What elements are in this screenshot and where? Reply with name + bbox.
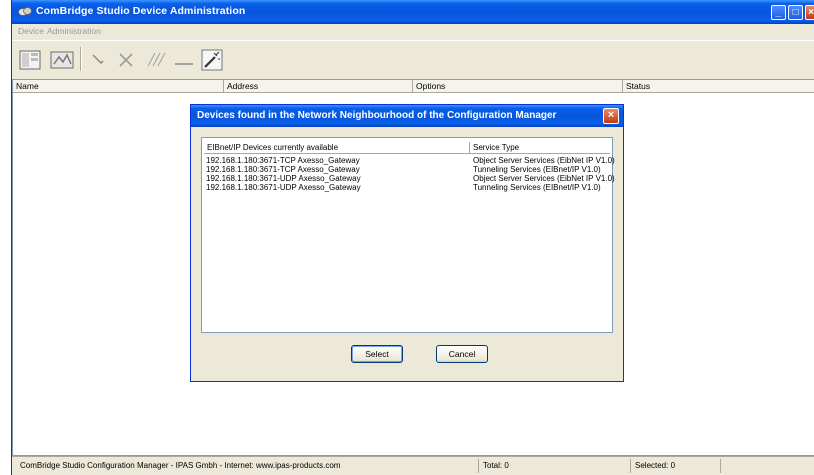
col-status[interactable]: Status: [623, 80, 814, 93]
rename-button[interactable]: [142, 47, 170, 73]
device-list-icon: [19, 50, 41, 70]
network-scan-icon: [50, 51, 74, 69]
dialog-close-button[interactable]: ×: [603, 108, 619, 124]
minimize-button[interactable]: _: [771, 5, 786, 20]
available-devices-list[interactable]: EIBnet/IP Devices currently available Se…: [201, 137, 615, 333]
line-icon: [175, 63, 193, 65]
status-text: ComBridge Studio Configuration Manager -…: [20, 461, 341, 470]
col-service-type[interactable]: Service Type: [470, 142, 610, 154]
toolbar: [12, 40, 814, 80]
wand-icon: [201, 49, 223, 71]
rename-icon: [147, 52, 166, 67]
dialog-title-bar[interactable]: Devices found in the Network Neighbourho…: [191, 105, 623, 127]
title-bar[interactable]: ComBridge Studio Device Administration _…: [12, 0, 814, 24]
network-scan-button[interactable]: [48, 47, 76, 73]
window-title: ComBridge Studio Device Administration: [36, 5, 246, 17]
maximize-button[interactable]: □: [788, 5, 803, 20]
close-button[interactable]: ×: [805, 5, 814, 20]
close-icon: ×: [607, 109, 615, 121]
menu-administration[interactable]: Administration: [47, 26, 101, 36]
status-empty: [720, 459, 814, 473]
toolbar-separator: [80, 47, 82, 71]
status-selected: Selected: 0: [630, 459, 720, 473]
delete-button[interactable]: [112, 47, 140, 73]
col-address[interactable]: Address: [224, 80, 413, 93]
wrench-icon: [92, 54, 104, 65]
line-button[interactable]: [170, 47, 198, 73]
wrench-button[interactable]: [84, 47, 112, 73]
menu-device[interactable]: Device: [18, 26, 44, 36]
devices-found-dialog: Devices found in the Network Neighbourho…: [190, 104, 624, 382]
status-total: Total: 0: [478, 459, 630, 473]
menu-bar: Device Administration: [12, 24, 814, 39]
col-name[interactable]: Name: [13, 80, 224, 93]
col-options[interactable]: Options: [413, 80, 623, 93]
select-button[interactable]: Select: [351, 345, 403, 363]
device-address: 192.168.1.180:3671-UDP Axesso_Gateway: [206, 183, 361, 192]
app-logo-icon: [18, 7, 32, 16]
dialog-title: Devices found in the Network Neighbourho…: [197, 110, 557, 121]
status-bar: ComBridge Studio Configuration Manager -…: [12, 456, 814, 475]
maximize-icon: □: [792, 7, 799, 18]
cancel-button[interactable]: Cancel: [436, 345, 488, 363]
close-icon: ×: [808, 7, 814, 18]
minimize-icon: _: [775, 7, 782, 18]
delete-x-icon: [119, 53, 133, 67]
service-type: Tunneling Services (EIBnet/IP V1.0): [473, 183, 601, 192]
device-list-button[interactable]: [16, 47, 44, 73]
col-eibnet-devices[interactable]: EIBnet/IP Devices currently available: [204, 142, 470, 154]
wand-button[interactable]: [198, 47, 226, 73]
list-item[interactable]: 192.168.1.180:3671-UDP Axesso_Gateway Tu…: [202, 183, 612, 193]
